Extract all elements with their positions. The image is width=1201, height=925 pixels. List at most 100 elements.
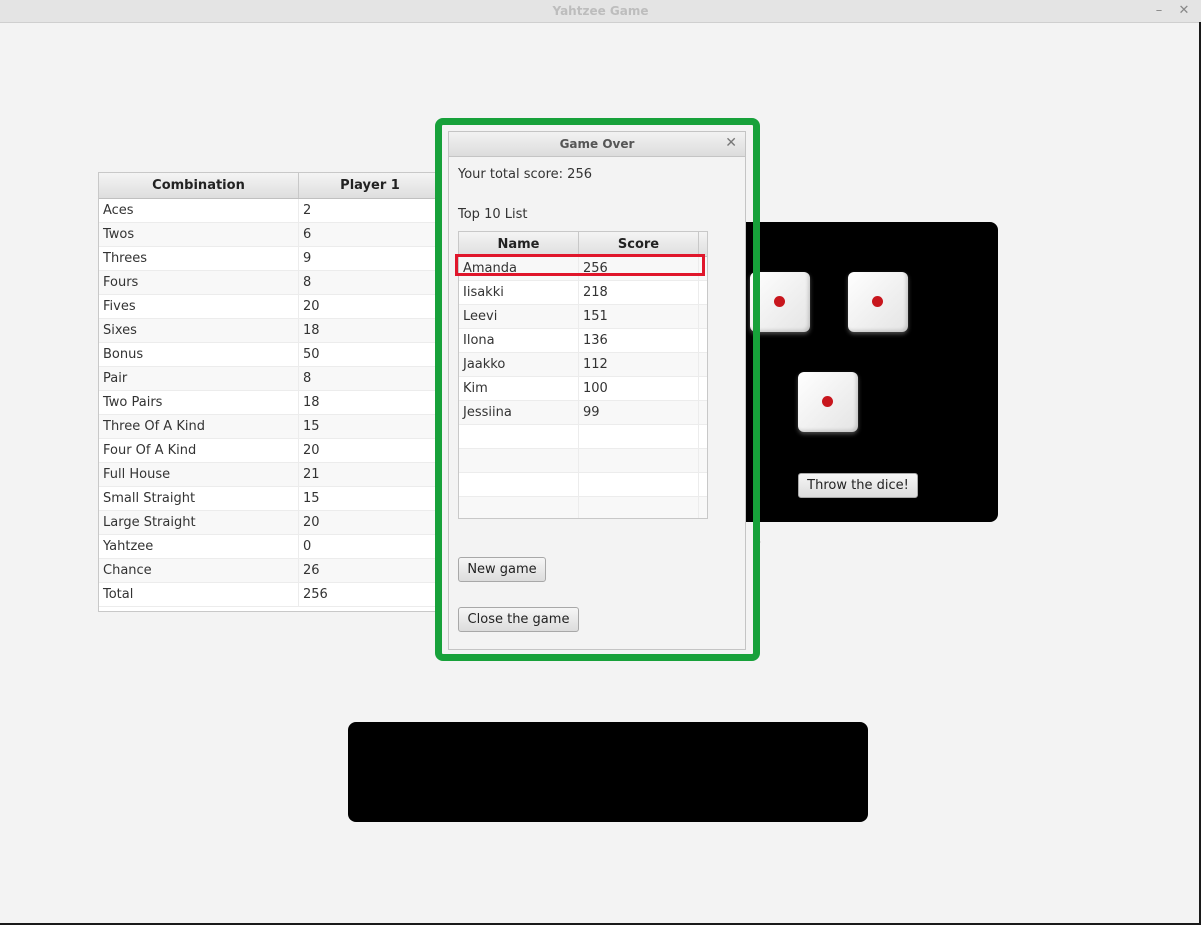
column-header-filler — [699, 232, 707, 256]
table-row[interactable]: Four Of A Kind 20 — [99, 439, 441, 463]
name-cell: Kim — [459, 377, 579, 400]
die-2[interactable] — [848, 272, 908, 332]
column-header-name[interactable]: Name — [459, 232, 579, 256]
table-row[interactable]: Fours 8 — [99, 271, 441, 295]
combination-cell: Two Pairs — [99, 391, 299, 414]
combination-cell: Pair — [99, 367, 299, 390]
table-row[interactable]: Full House 21 — [99, 463, 441, 487]
close-game-button[interactable]: Close the game — [458, 607, 579, 632]
combination-cell: Four Of A Kind — [99, 439, 299, 462]
table-row[interactable]: Kim 100 — [459, 377, 707, 401]
filler-cell — [699, 449, 707, 472]
table-row[interactable] — [459, 449, 707, 473]
score-cell: 136 — [579, 329, 699, 352]
score-table: Combination Player 1 Aces 2 Twos 6 Threes 9 Fo… — [98, 172, 442, 612]
score-cell: 9 — [303, 251, 312, 266]
table-row[interactable] — [459, 497, 707, 518]
combination-cell: Yahtzee — [99, 535, 299, 558]
total-score-label: Your total score: 256 — [458, 167, 592, 182]
table-row[interactable]: Ilona 136 — [459, 329, 707, 353]
table-row[interactable]: Small Straight 15 — [99, 487, 441, 511]
score-cell: 218 — [579, 281, 699, 304]
new-game-button[interactable]: New game — [458, 557, 546, 582]
score-cell: 18 — [303, 323, 320, 338]
score-cell — [579, 497, 699, 518]
score-cell: 20 — [303, 515, 320, 530]
score-cell — [579, 473, 699, 496]
die-3[interactable] — [798, 372, 858, 432]
table-row[interactable]: Leevi 151 — [459, 305, 707, 329]
table-row[interactable] — [459, 473, 707, 497]
combination-cell: Total — [99, 583, 299, 606]
combination-cell: Small Straight — [99, 487, 299, 510]
combination-cell: Bonus — [99, 343, 299, 366]
minimize-icon[interactable]: – — [1150, 2, 1168, 20]
table-row[interactable]: Total 256 — [99, 583, 441, 607]
score-cell: 2 — [303, 203, 312, 218]
table-row[interactable]: Bonus 50 — [99, 343, 441, 367]
score-cell: 112 — [579, 353, 699, 376]
table-row[interactable]: Iisakki 218 — [459, 281, 707, 305]
filler-cell — [699, 401, 707, 424]
close-icon[interactable]: ✕ — [725, 135, 737, 151]
die-pip — [774, 296, 785, 307]
combination-cell: Sixes — [99, 319, 299, 342]
table-row[interactable]: Sixes 18 — [99, 319, 441, 343]
score-cell: 0 — [303, 539, 312, 554]
score-cell: 256 — [303, 587, 328, 602]
score-cell: 8 — [303, 275, 312, 290]
column-header-combination[interactable]: Combination — [99, 173, 299, 198]
score-cell: 50 — [303, 347, 320, 362]
score-cell: 100 — [579, 377, 699, 400]
table-row[interactable]: Jessiina 99 — [459, 401, 707, 425]
score-cell — [579, 449, 699, 472]
combination-cell: Fours — [99, 271, 299, 294]
filler-cell — [699, 329, 707, 352]
score-table-header: Combination Player 1 — [99, 173, 441, 199]
column-header-player1[interactable]: Player 1 — [299, 173, 441, 198]
table-row[interactable]: Fives 20 — [99, 295, 441, 319]
table-row[interactable]: Yahtzee 0 — [99, 535, 441, 559]
name-cell: Leevi — [459, 305, 579, 328]
table-row[interactable]: Three Of A Kind 15 — [99, 415, 441, 439]
window-title: Yahtzee Game — [552, 4, 649, 18]
filler-cell — [699, 281, 707, 304]
table-row[interactable]: Aces 2 — [99, 199, 441, 223]
score-cell: 20 — [303, 443, 320, 458]
score-cell: 15 — [303, 419, 320, 434]
combination-cell: Twos — [99, 223, 299, 246]
score-cell: 6 — [303, 227, 312, 242]
filler-cell — [699, 473, 707, 496]
table-row[interactable]: Large Straight 20 — [99, 511, 441, 535]
score-cell: 18 — [303, 395, 320, 410]
score-cell: 21 — [303, 467, 320, 482]
table-row[interactable]: Jaakko 112 — [459, 353, 707, 377]
table-row[interactable]: Threes 9 — [99, 247, 441, 271]
filler-cell — [699, 497, 707, 518]
dialog-title: Game Over — [559, 137, 635, 151]
table-row[interactable]: Twos 6 — [99, 223, 441, 247]
score-cell: 99 — [579, 401, 699, 424]
dialog-titlebar: Game Over ✕ — [449, 132, 745, 157]
score-cell: 15 — [303, 491, 320, 506]
filler-cell — [699, 377, 707, 400]
table-row[interactable]: Chance 26 — [99, 559, 441, 583]
filler-cell — [699, 353, 707, 376]
table-row[interactable] — [459, 425, 707, 449]
filler-cell — [699, 425, 707, 448]
score-cell: 8 — [303, 371, 312, 386]
name-cell: Jessiina — [459, 401, 579, 424]
column-header-score[interactable]: Score — [579, 232, 699, 256]
throw-dice-button[interactable]: Throw the dice! — [798, 473, 918, 498]
table-row[interactable]: Two Pairs 18 — [99, 391, 441, 415]
filler-cell — [699, 305, 707, 328]
close-window-icon[interactable]: ✕ — [1175, 2, 1193, 20]
table-row[interactable]: Pair 8 — [99, 367, 441, 391]
game-over-dialog: Game Over ✕ Your total score: 256 Top 10… — [448, 131, 746, 650]
score-cell: 20 — [303, 299, 320, 314]
top-list-label: Top 10 List — [458, 207, 528, 222]
message-panel — [348, 722, 868, 822]
combination-cell: Chance — [99, 559, 299, 582]
score-cell: 151 — [579, 305, 699, 328]
combination-cell: Threes — [99, 247, 299, 270]
